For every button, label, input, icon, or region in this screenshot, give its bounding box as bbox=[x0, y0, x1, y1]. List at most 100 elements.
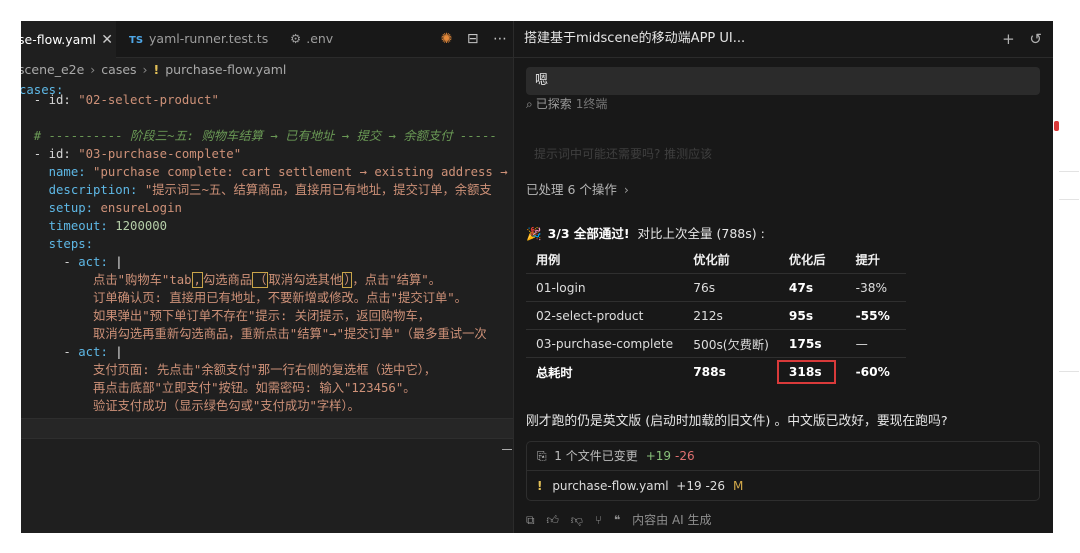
tab-env[interactable]: ⚙ .env bbox=[290, 21, 333, 57]
message-actions: ⧉ 👍︎ 👎︎ ⑂ ❝ 内容由 AI 生成 bbox=[526, 511, 720, 528]
code-line: - id: "03-purchase-complete" bbox=[21, 147, 242, 161]
app-window: se-flow.yaml ✕ TS yaml-runner.test.ts ⚙ .e… bbox=[21, 21, 1053, 533]
table-cell: 788s bbox=[683, 357, 779, 385]
thumbs-down-icon[interactable]: 👎︎ bbox=[571, 513, 583, 527]
processed-actions-toggle[interactable]: 已处理 6 个操作 › bbox=[526, 179, 629, 198]
processed-label: 已处理 6 个操作 bbox=[526, 182, 617, 197]
table-cell: -60% bbox=[845, 357, 906, 385]
summary-bold: 3/3 全部通过! bbox=[547, 226, 630, 241]
code-line: # ---------- 阶段三~五: 购物车结算 → 已有地址 → 提交 → … bbox=[21, 129, 497, 143]
changed-file-row[interactable]: ! purchase-flow.yaml +19 -26 M bbox=[537, 471, 743, 501]
history-icon[interactable]: ↺ bbox=[1029, 30, 1042, 48]
table-cell: 76s bbox=[683, 273, 779, 302]
code-line: 取消勾选再重新勾选商品，重新点击"结算"→"提交订单"（最多重试一次 bbox=[21, 327, 487, 341]
yaml-file-icon: ! bbox=[537, 479, 543, 493]
tab-label: se-flow.yaml bbox=[21, 32, 96, 47]
gear-icon: ⚙ bbox=[290, 31, 302, 46]
code-line: - act: | bbox=[21, 255, 123, 269]
table-cell: — bbox=[845, 329, 906, 358]
changed-files-header[interactable]: ⎘ 1 个文件已变更 +19 -26 bbox=[527, 442, 1039, 471]
code-area[interactable]: cases: - id: "02-select-product" # -----… bbox=[21, 81, 513, 533]
party-popper-icon: 🎉 bbox=[526, 226, 542, 241]
tab-purchase-flow-yaml[interactable]: se-flow.yaml ✕ bbox=[21, 21, 116, 58]
summary-text: 对比上次全量 (788s) : bbox=[637, 226, 765, 241]
chevron-right-icon: › bbox=[623, 182, 629, 197]
chat-title[interactable]: 搭建基于midscene的移动端APP UI... bbox=[524, 21, 745, 57]
code-line: - id: "02-select-product" bbox=[21, 93, 219, 107]
chat-actions: + ↺ bbox=[992, 21, 1042, 57]
editor-tab-bar: se-flow.yaml ✕ TS yaml-runner.test.ts ⚙ .e… bbox=[21, 21, 513, 58]
new-chat-icon[interactable]: + bbox=[1002, 30, 1015, 48]
lines-added: +19 bbox=[676, 479, 702, 493]
code-line: 订单确认页: 直接用已有地址，不要新增或修改。点击"提交订单"。 bbox=[21, 291, 467, 305]
table-cell: 47s bbox=[778, 273, 846, 302]
table-cell: 03-purchase-complete bbox=[526, 329, 684, 358]
yaml-file-icon: ! bbox=[153, 62, 160, 77]
explored-status[interactable]: ⌕ 已探索 1终端 bbox=[526, 95, 607, 112]
table-cell: 175s bbox=[778, 329, 846, 358]
table-cell: 02-select-product bbox=[526, 301, 684, 330]
divider bbox=[1059, 171, 1079, 172]
code-line: 验证支付成功（显示绿色勾或"支付成功"字样）。 bbox=[21, 399, 360, 413]
background-marker bbox=[1054, 121, 1059, 131]
breadcrumb-item[interactable]: scene_e2e bbox=[21, 62, 84, 77]
tab-label: .env bbox=[306, 31, 334, 46]
table-cell: 总耗时 bbox=[526, 357, 684, 385]
breadcrumb-item[interactable]: purchase-flow.yaml bbox=[165, 62, 286, 77]
copy-icon[interactable]: ⧉ bbox=[526, 513, 535, 527]
column-header: 用例 bbox=[536, 253, 561, 267]
tab-yaml-runner-test[interactable]: TS yaml-runner.test.ts bbox=[129, 21, 268, 57]
table-cell: 95s bbox=[778, 301, 846, 330]
table-cell: 500s(欠费断) bbox=[683, 329, 779, 358]
split-editor-icon[interactable]: ⊟ bbox=[467, 21, 479, 57]
table-cell: 01-login bbox=[526, 273, 684, 302]
code-line: 支付页面: 先点击"余额支付"那一行右侧的复选框（选中它）， bbox=[21, 363, 437, 377]
ai-spark-icon[interactable]: ✺ bbox=[441, 21, 453, 57]
code-line: 如果弹出"预下单订单不存在"提示: 关闭提示，返回购物车， bbox=[21, 309, 431, 323]
code-line: - act: | bbox=[21, 345, 123, 359]
file-diff-icon: ⎘ bbox=[537, 449, 547, 463]
current-line-highlight bbox=[21, 418, 513, 439]
thumbs-up-icon[interactable]: 👍︎ bbox=[546, 513, 559, 527]
chevron-right-icon: › bbox=[90, 62, 96, 77]
code-line: 点击"购物车"tab, 勾选商品（取消勾选其他），点击"结算"。 bbox=[21, 272, 442, 288]
minimap-marker bbox=[502, 449, 512, 450]
code-line: name: "purchase complete: cart settlemen… bbox=[21, 165, 508, 179]
table-row: 03-purchase-complete 500s(欠费断) 175s — bbox=[526, 329, 906, 358]
bracket-match-highlight: , bbox=[191, 272, 203, 288]
result-summary: 🎉 3/3 全部通过! 对比上次全量 (788s) : bbox=[526, 223, 765, 242]
background-window-edge bbox=[1053, 21, 1080, 533]
table-total-row: 总耗时 788s 318s -60% bbox=[526, 357, 906, 385]
results-table: 用例 优化前 优化后 提升 01-login 76s 47s -38% 02-s… bbox=[526, 245, 906, 385]
breadcrumb-item[interactable]: cases bbox=[101, 62, 136, 77]
code-line: steps: bbox=[21, 237, 94, 251]
explored-count: 1终端 bbox=[575, 97, 608, 111]
search-icon: ⌕ bbox=[526, 97, 533, 111]
table-row: 01-login 76s 47s -38% bbox=[526, 273, 906, 302]
editor-actions: ✺ ⊟ ⋯ bbox=[431, 21, 507, 57]
more-actions-icon[interactable]: ⋯ bbox=[493, 21, 507, 57]
table-row: 02-select-product 212s 95s -55% bbox=[526, 301, 906, 330]
column-header: 优化前 bbox=[693, 253, 730, 267]
branch-icon[interactable]: ⑂ bbox=[595, 513, 602, 527]
lines-added: +19 bbox=[645, 449, 672, 463]
highlighted-total: 318s bbox=[776, 359, 836, 384]
lines-removed: -26 bbox=[705, 479, 726, 493]
code-line: setup: ensureLogin bbox=[21, 201, 182, 215]
column-header: 提升 bbox=[855, 253, 880, 267]
bracket-match-highlight: ） bbox=[342, 272, 353, 288]
table-cell: 212s bbox=[683, 301, 779, 330]
divider bbox=[1059, 371, 1079, 372]
table-cell: -55% bbox=[845, 301, 906, 330]
column-header: 优化后 bbox=[788, 253, 826, 267]
close-tab-icon[interactable]: ✕ bbox=[101, 22, 113, 58]
assistant-question: 刚才跑的仍是英文版 (启动时加载的旧文件) 。中文版已改好，要现在跑吗? bbox=[526, 414, 948, 429]
faded-message: 提示词中可能还需要吗? 推测应该 bbox=[534, 147, 713, 161]
quote-icon[interactable]: ❝ bbox=[614, 513, 620, 527]
code-line: description: "提示词三~五、结算商品，直接用已有地址，提交订单，余… bbox=[21, 183, 492, 197]
divider bbox=[1059, 199, 1079, 200]
bracket-match-highlight: （ bbox=[252, 272, 269, 288]
typescript-icon: TS bbox=[129, 35, 144, 46]
user-message: 嗯 bbox=[526, 67, 1040, 95]
modified-badge: M bbox=[733, 479, 744, 493]
